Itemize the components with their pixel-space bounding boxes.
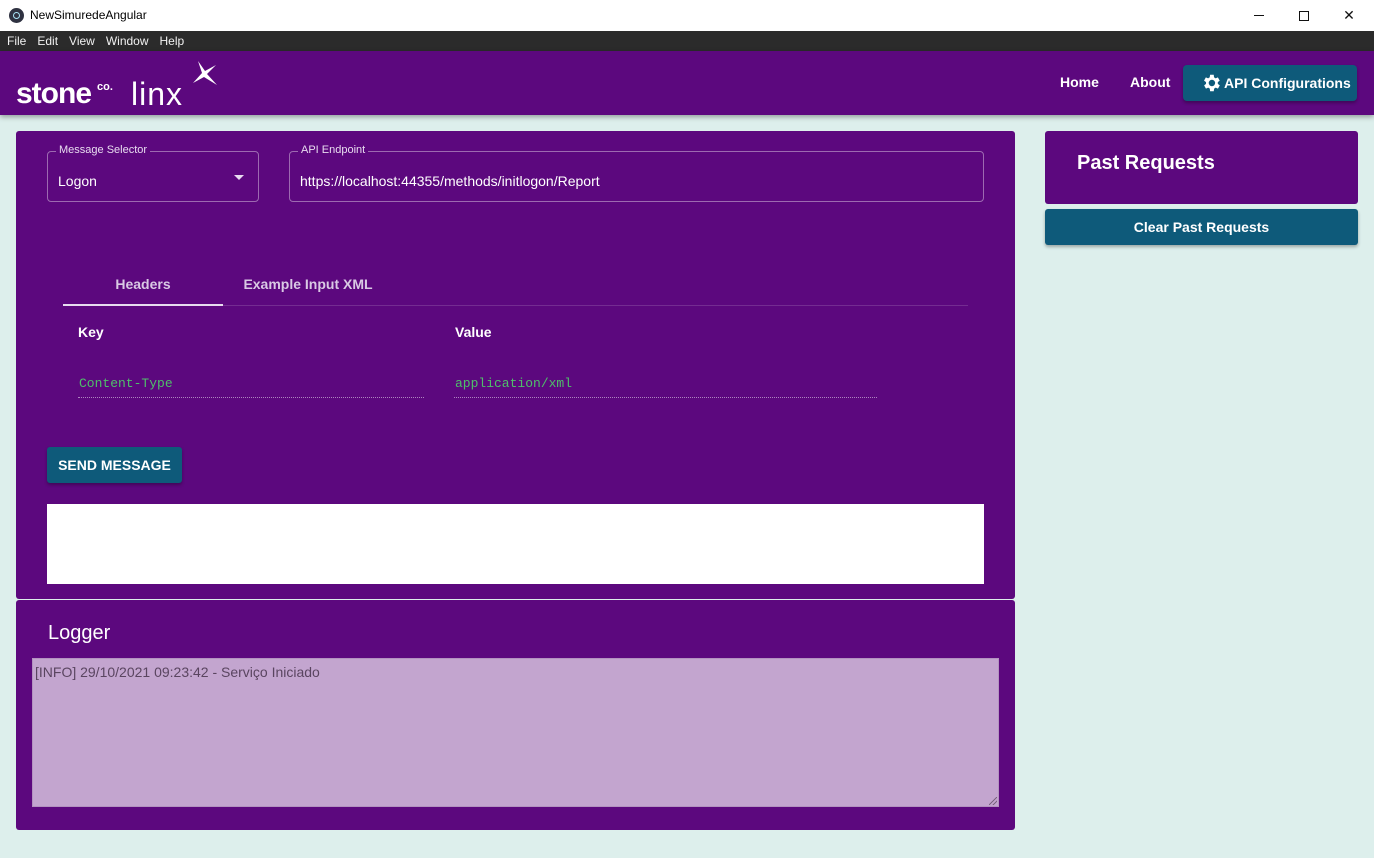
request-tabs: Headers Example Input XML (63, 263, 968, 306)
minimize-button[interactable] (1236, 0, 1282, 31)
app-root: stone co. linx Home About API Configurat… (0, 51, 1374, 858)
minimize-icon (1254, 15, 1264, 16)
logger-card: Logger [INFO] 29/10/2021 09:23:42 - Serv… (16, 600, 1015, 830)
message-selector-label: Message Selector (56, 144, 151, 156)
logger-text: [INFO] 29/10/2021 09:23:42 - Serviço Ini… (35, 664, 320, 680)
top-nav: stone co. linx Home About API Configurat… (0, 51, 1374, 115)
tab-example-input-xml[interactable]: Example Input XML (223, 263, 393, 305)
nav-about-link[interactable]: About (1130, 74, 1170, 90)
menu-view[interactable]: View (69, 34, 95, 48)
window-title: NewSimuredeAngular (30, 8, 147, 22)
maximize-icon (1299, 10, 1309, 21)
message-selector-value: Logon (58, 173, 97, 189)
header-value-input[interactable]: application/xml (454, 376, 877, 398)
menu-edit[interactable]: Edit (37, 34, 58, 48)
close-button[interactable]: ✕ (1326, 0, 1372, 31)
tab-headers[interactable]: Headers (63, 263, 223, 306)
past-requests-title: Past Requests (1077, 152, 1215, 174)
maximize-button[interactable] (1281, 0, 1327, 31)
headers-value-column: Value (455, 324, 492, 340)
past-requests-card: Past Requests (1045, 131, 1358, 204)
api-configurations-button[interactable]: API Configurations (1183, 65, 1357, 101)
stone-co-mark: co. (97, 81, 113, 93)
headers-key-column: Key (78, 324, 104, 340)
clear-past-requests-button[interactable]: Clear Past Requests (1045, 209, 1358, 245)
dropdown-caret-icon (234, 175, 244, 180)
menu-file[interactable]: File (7, 34, 26, 48)
menu-window[interactable]: Window (106, 34, 149, 48)
api-endpoint-field[interactable]: API Endpoint https://localhost:44355/met… (289, 144, 984, 202)
menu-help[interactable]: Help (160, 34, 185, 48)
gear-icon (1204, 74, 1220, 92)
request-card: Message Selector Logon API Endpoint http… (16, 131, 1015, 599)
response-panel (47, 504, 984, 584)
window-titlebar: NewSimuredeAngular ✕ (0, 0, 1374, 31)
header-key-input[interactable]: Content-Type (78, 376, 424, 398)
linx-star-icon (193, 61, 217, 85)
resize-grip-icon[interactable] (989, 797, 997, 805)
nav-home-link[interactable]: Home (1060, 74, 1099, 90)
message-selector[interactable]: Message Selector Logon (47, 144, 259, 202)
logger-textarea[interactable]: [INFO] 29/10/2021 09:23:42 - Serviço Ini… (32, 658, 999, 807)
send-message-button[interactable]: SEND MESSAGE (47, 447, 182, 483)
api-endpoint-label: API Endpoint (298, 144, 369, 156)
app-icon (9, 8, 24, 23)
linx-logo: linx (131, 76, 184, 112)
stone-logo: stone (16, 77, 92, 110)
menu-bar: File Edit View Window Help (0, 31, 1374, 51)
logger-title: Logger (48, 622, 111, 644)
api-configurations-label: API Configurations (1224, 75, 1351, 91)
close-icon: ✕ (1343, 7, 1355, 23)
api-endpoint-value: https://localhost:44355/methods/initlogo… (300, 173, 600, 189)
